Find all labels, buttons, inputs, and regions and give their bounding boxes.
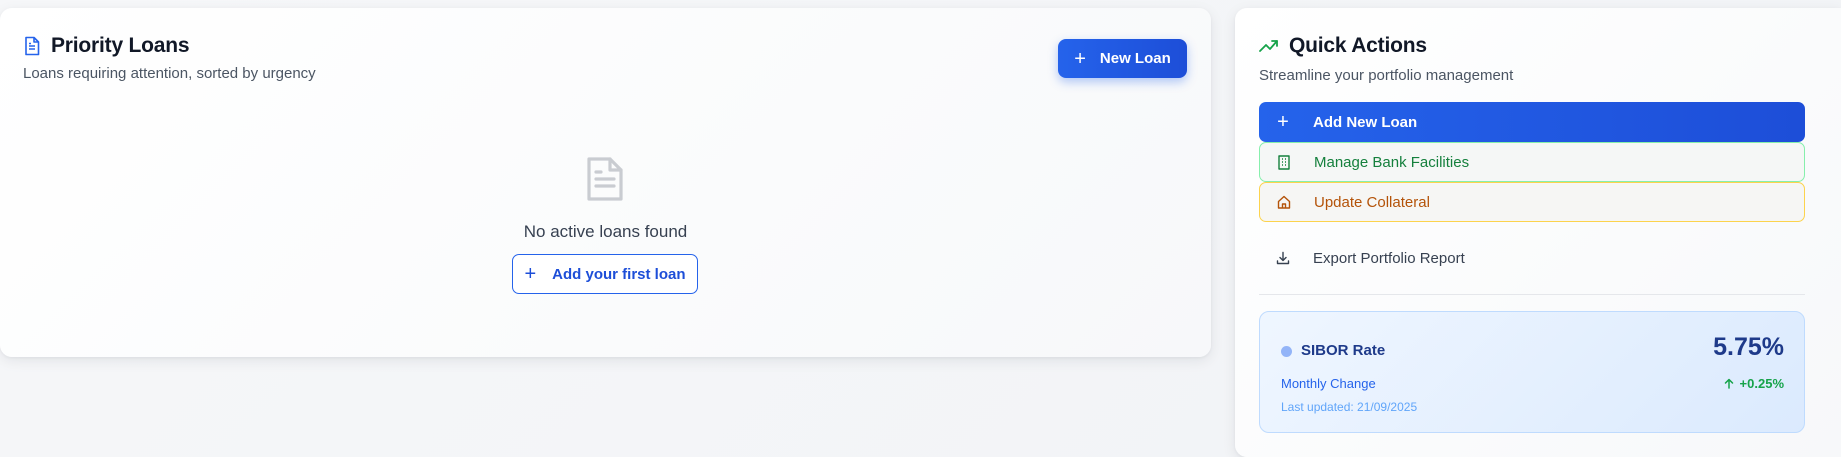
add-first-loan-label: Add your first loan [552, 265, 686, 283]
status-dot [1281, 346, 1292, 357]
plus-icon: + [1277, 110, 1289, 133]
add-new-loan-button[interactable]: + Add New Loan [1259, 102, 1805, 142]
priority-loans-title: Priority Loans [51, 34, 190, 57]
manage-bank-facilities-button[interactable]: Manage Bank Facilities [1259, 142, 1805, 182]
quick-actions-header: Quick Actions [1259, 34, 1427, 58]
monthly-change-value: +0.25% [1724, 376, 1784, 391]
monthly-change-label: Monthly Change [1281, 376, 1376, 391]
update-collateral-label: Update Collateral [1314, 193, 1430, 211]
monthly-change-text: +0.25% [1739, 376, 1784, 391]
export-portfolio-report-label: Export Portfolio Report [1313, 249, 1465, 267]
new-loan-button[interactable]: + New Loan [1058, 39, 1187, 78]
priority-loans-subtitle: Loans requiring attention, sorted by urg… [23, 65, 316, 82]
document-icon [25, 36, 40, 56]
update-collateral-button[interactable]: Update Collateral [1259, 182, 1805, 222]
last-updated-text: Last updated: 21/09/2025 [1281, 400, 1418, 414]
manage-bank-facilities-label: Manage Bank Facilities [1314, 153, 1470, 171]
sibor-rate-label: SIBOR Rate [1301, 342, 1386, 359]
download-icon [1275, 250, 1291, 266]
add-new-loan-label: Add New Loan [1313, 113, 1418, 131]
quick-actions-subtitle: Streamline your portfolio management [1259, 67, 1514, 84]
priority-loans-card: Priority Loans Loans requiring attention… [0, 8, 1211, 357]
building-icon [1276, 154, 1292, 170]
plus-icon: + [1074, 47, 1086, 70]
sibor-rate-value: 5.75% [1713, 333, 1784, 361]
home-icon [1276, 194, 1292, 210]
sibor-rate-panel: SIBOR Rate 5.75% Monthly Change +0.25% L… [1259, 311, 1805, 433]
divider [1259, 294, 1805, 295]
empty-state-text: No active loans found [523, 222, 688, 241]
arrow-up-icon [1724, 378, 1733, 389]
plus-icon: + [524, 263, 537, 285]
new-loan-label: New Loan [1099, 50, 1171, 67]
export-portfolio-report-button[interactable]: Export Portfolio Report [1259, 238, 1805, 278]
empty-document-icon [587, 157, 623, 201]
quick-actions-card: Quick Actions Streamline your portfolio … [1235, 8, 1841, 457]
add-first-loan-button[interactable]: + Add your first loan [512, 254, 698, 294]
priority-loans-header: Priority Loans [23, 34, 190, 58]
quick-actions-title: Quick Actions [1289, 34, 1427, 57]
trending-up-icon [1259, 40, 1278, 52]
